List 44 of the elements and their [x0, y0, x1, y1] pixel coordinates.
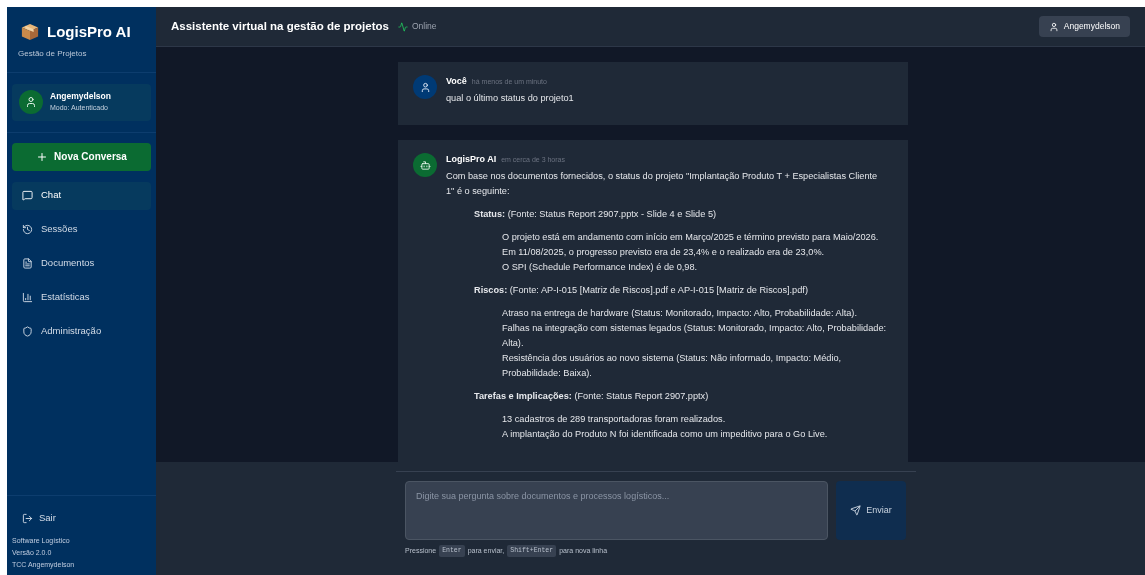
- box-logo-icon: [21, 23, 39, 42]
- message-author: Você: [446, 75, 467, 87]
- question-input-field[interactable]: Digite sua pergunta sobre documentos e processos logísticos...: [405, 481, 828, 540]
- bot-avatar-icon: [413, 153, 437, 177]
- sidebar-item[interactable]: Sessões: [12, 215, 151, 244]
- brand-subtitle: Gestão de Projetos: [18, 47, 88, 60]
- message-text: Com base nos documentos fornecidos, o status do projeto "Implantação Produto T + Especialistas Cliente 1" é o seguinte:: [446, 170, 879, 198]
- shield-icon: [22, 326, 33, 337]
- new-conversation-button[interactable]: Nova Conversa: [12, 142, 151, 171]
- user-icon: [1048, 21, 1059, 32]
- chat-bubble-icon: [22, 190, 33, 201]
- send-icon: [850, 505, 862, 516]
- logout-button[interactable]: Sair: [12, 510, 66, 526]
- plus-icon: [36, 150, 49, 163]
- sidebar-item[interactable]: Estatísticas: [12, 283, 151, 312]
- section-heading: Status: (Fonte: Status Report 2907.pptx - Slide 4 e Slide 5): [474, 208, 718, 221]
- user-name: Angemydelson: [50, 90, 111, 104]
- user-menu-button[interactable]: Angemydelson: [1038, 16, 1130, 37]
- message-text: O SPI (Schedule Performance Index) é de 0,98.: [502, 261, 699, 274]
- section-heading: Riscos: (Fonte: AP-I-015 [Matriz de Riscos].pdf e AP-I-015 [Matriz de Riscos].pdf): [474, 284, 809, 297]
- message-text: Falhas na integração com sistemas legados (Status: Monitorado, Impacto: Alto, Probabilidade: Alta).: [502, 322, 888, 350]
- activity-icon: [397, 21, 408, 32]
- message-text: Resistência dos usuários ao novo sistema (Status: Não informado, Impacto: Médio, Probabilidade: Baixa).: [502, 352, 843, 380]
- bar-chart-icon: [22, 292, 33, 303]
- user-avatar-icon: [413, 75, 437, 99]
- message-text: A implantação do Produto N foi identificada como um impeditivo para o Go Live.: [502, 428, 829, 441]
- send-button[interactable]: Enviar: [836, 481, 906, 540]
- message-author: LogisPro AI: [446, 153, 497, 165]
- message-text: Em 11/08/2025, o progresso previsto era de 23,4% e o realizado era de 23,0%.: [502, 246, 826, 259]
- history-icon: [22, 224, 33, 235]
- page-title: Assistente virtual na gestão de projetos: [171, 18, 389, 34]
- message-text: Atraso na entrega de hardware (Status: Monitorado, Impacto: Alto, Probabilidade: Alta).: [502, 307, 858, 320]
- message-text: qual o último status do projeto1: [446, 92, 575, 105]
- sidebar-item[interactable]: Chat: [12, 181, 151, 210]
- sidebar-item[interactable]: Documentos: [12, 249, 151, 278]
- message-text: 13 cadastros de 289 transportadoras foram realizados.: [502, 413, 727, 426]
- status-text: Online: [411, 20, 437, 33]
- user-avatar-icon: [19, 90, 43, 114]
- brand-name: LogisPro AI: [47, 22, 131, 42]
- sidebar-item[interactable]: Administração: [12, 317, 151, 346]
- logout-icon: [22, 512, 33, 524]
- message-text: O projeto está em andamento com início em Março/2025 e término previsto para Maio/2026.: [502, 231, 880, 244]
- document-icon: [22, 258, 33, 269]
- section-heading: Tarefas e Implicações: (Fonte: Status Report 2907.pptx): [474, 390, 710, 403]
